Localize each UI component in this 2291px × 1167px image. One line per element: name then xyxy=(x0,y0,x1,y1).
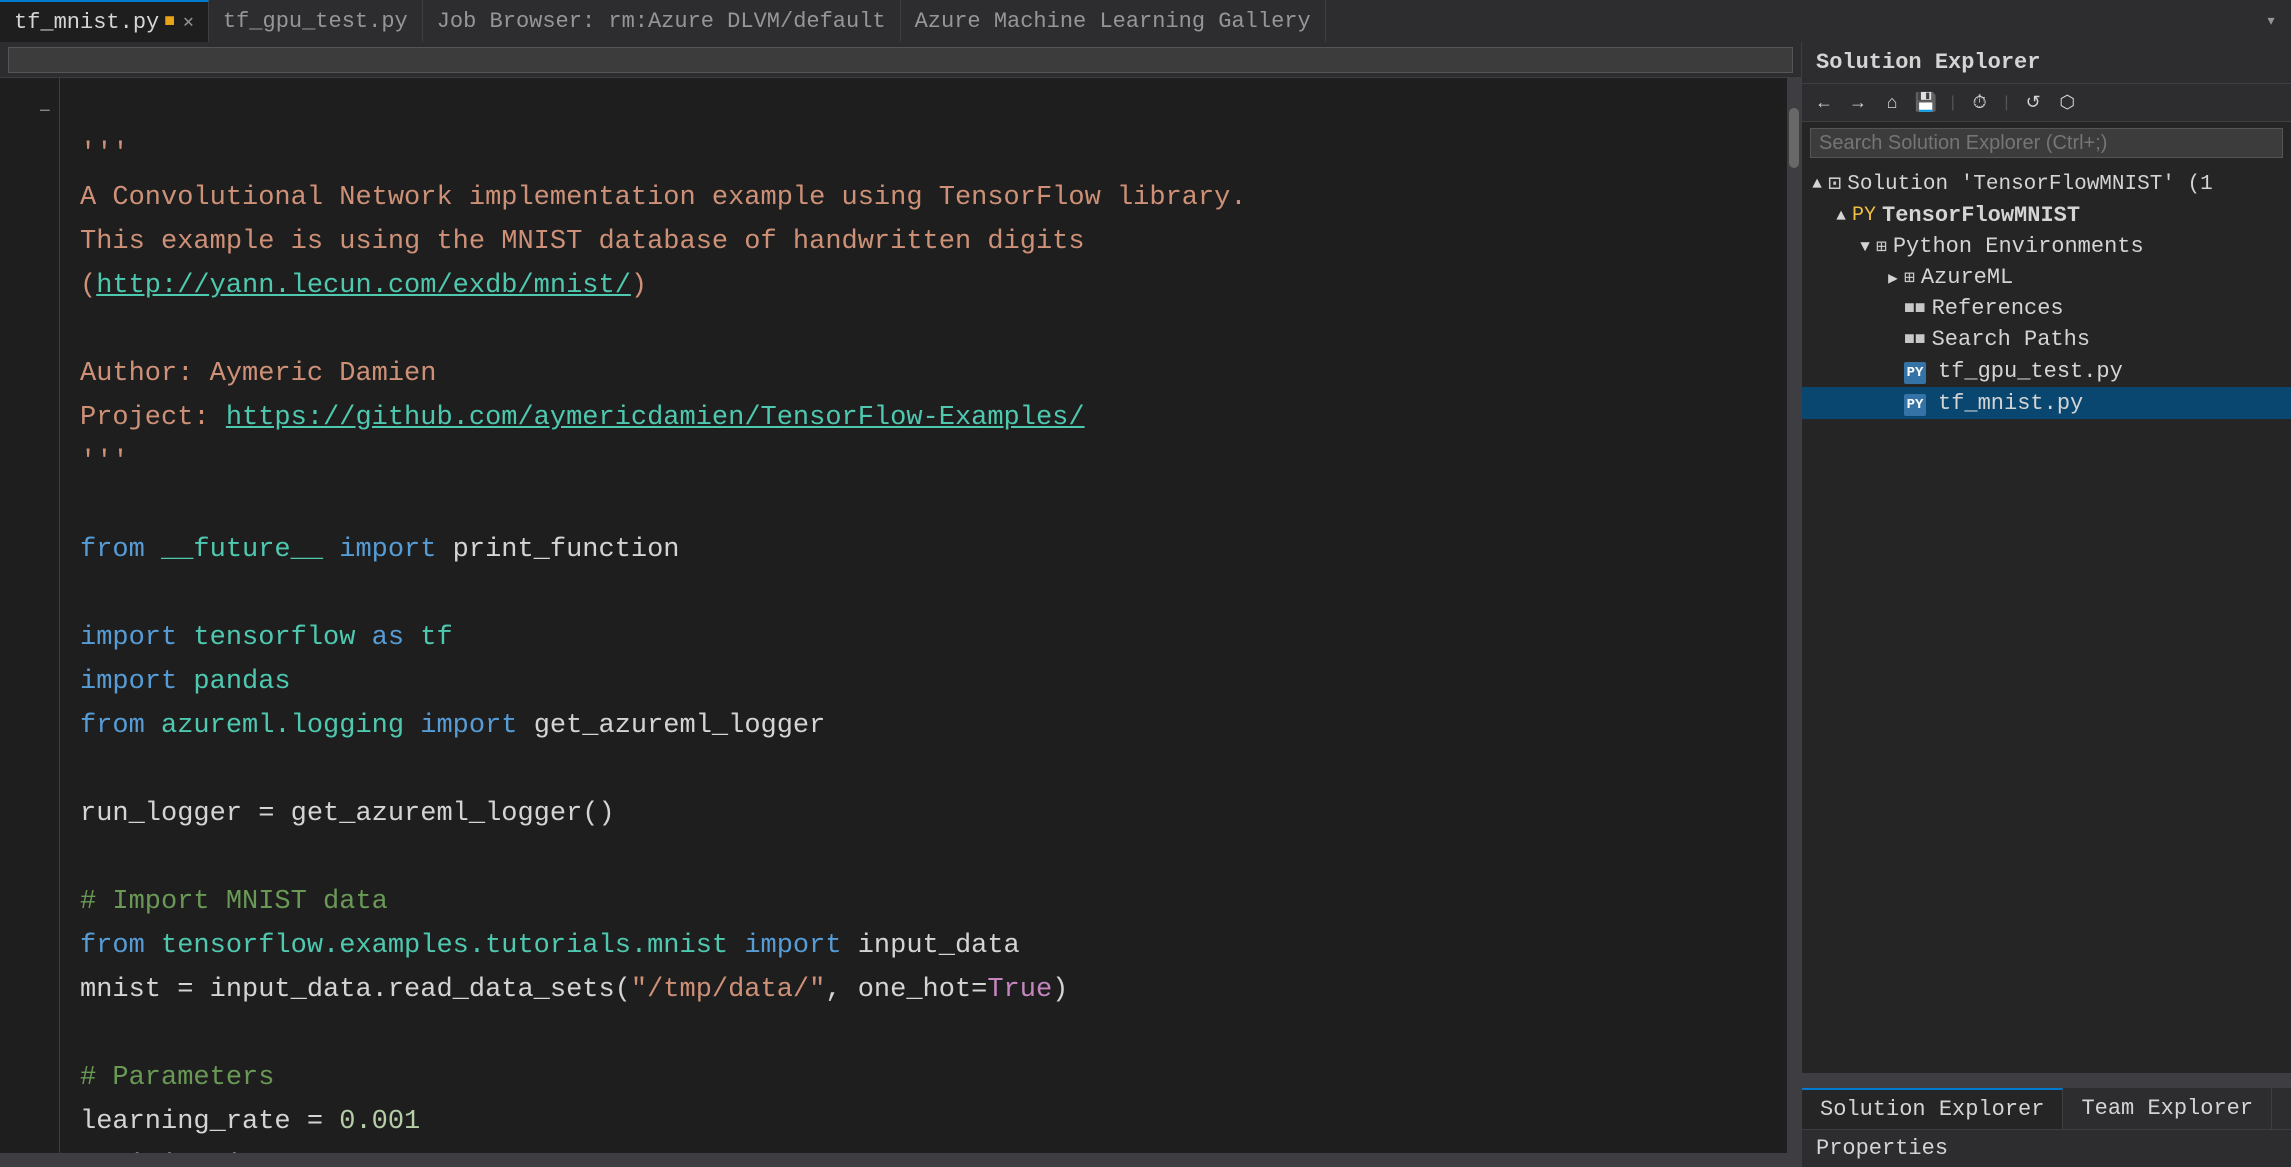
se-item-azureml[interactable]: ▶ ⊞ AzureML xyxy=(1802,262,2291,293)
code-area[interactable]: − xyxy=(0,78,1801,1153)
editor-panel: − xyxy=(0,42,1801,1167)
tab-azure-gallery-label: Azure Machine Learning Gallery xyxy=(915,9,1311,34)
tab-tf-gpu-test[interactable]: tf_gpu_test.py xyxy=(209,0,423,42)
tab-tf-gpu-test-label: tf_gpu_test.py xyxy=(223,9,408,34)
tf-mnist-py-icon: PY xyxy=(1904,390,1932,416)
se-item-tf-mnist[interactable]: PY tf_mnist.py xyxy=(1802,387,2291,419)
solution-explorer-title: Solution Explorer xyxy=(1816,50,2040,75)
tab-dropdown-button[interactable]: ▾ xyxy=(2251,10,2291,32)
horizontal-scrollbar[interactable] xyxy=(0,1153,1801,1167)
azureml-label: AzureML xyxy=(1921,265,2013,290)
line-numbers: − xyxy=(0,78,60,1153)
solution-explorer-header: Solution Explorer xyxy=(1802,42,2291,84)
project-expand-icon[interactable]: ▲ xyxy=(1830,207,1852,225)
refresh-button[interactable]: ↺ xyxy=(2019,89,2047,117)
se-item-tf-gpu-test[interactable]: PY tf_gpu_test.py xyxy=(1802,355,2291,387)
se-item-project[interactable]: ▲ PY TensorFlowMNIST xyxy=(1802,200,2291,231)
solution-explorer: Solution Explorer ← → ⌂ 💾 | ⏱ | ↺ ⬡ ▲ ⊡ … xyxy=(1801,42,2291,1167)
team-explorer-tab[interactable]: Team Explorer xyxy=(2063,1088,2272,1129)
project-label: TensorFlowMNIST xyxy=(1882,203,2080,228)
references-expand-icon xyxy=(1882,300,1904,318)
home-button[interactable]: ⌂ xyxy=(1878,89,1906,117)
tab-bar: tf_mnist.py ■ ✕ tf_gpu_test.py Job Brows… xyxy=(0,0,2291,42)
breadcrumb-input[interactable] xyxy=(8,47,1793,73)
references-label: References xyxy=(1932,296,2064,321)
editor-scrollbar-thumb[interactable] xyxy=(1789,108,1799,168)
azureml-expand-icon[interactable]: ▶ xyxy=(1882,268,1904,288)
code-content[interactable]: ''' A Convolutional Network implementati… xyxy=(60,78,1787,1153)
tab-tf-mnist[interactable]: tf_mnist.py ■ ✕ xyxy=(0,0,209,42)
azureml-icon: ⊞ xyxy=(1904,267,1915,289)
project-icon: PY xyxy=(1852,204,1876,227)
solution-expand-icon[interactable]: ▲ xyxy=(1806,175,1828,193)
tf-gpu-test-py-icon: PY xyxy=(1904,358,1932,384)
editor-toolbar xyxy=(0,42,1801,78)
timer-button[interactable]: ⏱ xyxy=(1966,89,1994,117)
se-search-input[interactable] xyxy=(1810,128,2283,158)
tab-close-icon[interactable]: ✕ xyxy=(183,11,194,33)
tab-job-browser[interactable]: Job Browser: rm:Azure DLVM/default xyxy=(423,0,901,42)
tab-tf-mnist-label: tf_mnist.py xyxy=(14,10,159,35)
collapse-icon[interactable]: − xyxy=(31,91,51,135)
solution-icon: ⊡ xyxy=(1828,171,1841,197)
se-item-references[interactable]: ■■ References xyxy=(1802,293,2291,324)
editor-scrollbar[interactable] xyxy=(1787,78,1801,1153)
tab-job-browser-label: Job Browser: rm:Azure DLVM/default xyxy=(437,9,886,34)
tab-azure-gallery[interactable]: Azure Machine Learning Gallery xyxy=(901,0,1326,42)
solution-explorer-tab[interactable]: Solution Explorer xyxy=(1802,1088,2063,1129)
se-item-search-paths[interactable]: ■■ Search Paths xyxy=(1802,324,2291,355)
se-item-python-environments[interactable]: ▼ ⊞ Python Environments xyxy=(1802,231,2291,262)
se-item-solution[interactable]: ▲ ⊡ Solution 'TensorFlowMNIST' (1 xyxy=(1802,168,2291,200)
se-search-area xyxy=(1810,128,2283,158)
tf-mnist-label: tf_mnist.py xyxy=(1938,391,2083,416)
properties-label: Properties xyxy=(1816,1136,1948,1161)
python-env-icon: ⊞ xyxy=(1876,236,1887,258)
properties-bar: Properties xyxy=(1802,1129,2291,1167)
references-icon: ■■ xyxy=(1904,299,1926,319)
python-environments-label: Python Environments xyxy=(1893,234,2144,259)
main-area: − xyxy=(0,42,2291,1167)
se-horizontal-scrollbar[interactable] xyxy=(1802,1073,2291,1087)
se-tree: ▲ ⊡ Solution 'TensorFlowMNIST' (1 ▲ PY T… xyxy=(1802,164,2291,1073)
team-explorer-footer-label: Team Explorer xyxy=(2081,1096,2253,1121)
python-env-expand-icon[interactable]: ▼ xyxy=(1854,238,1876,256)
solution-label: Solution 'TensorFlowMNIST' (1 xyxy=(1847,173,2212,196)
tab-modified-icon: ■ xyxy=(164,12,175,32)
forward-button[interactable]: → xyxy=(1844,89,1872,117)
se-toolbar: ← → ⌂ 💾 | ⏱ | ↺ ⬡ xyxy=(1802,84,2291,122)
save-button[interactable]: 💾 xyxy=(1912,89,1940,117)
search-paths-expand-icon xyxy=(1882,331,1904,349)
search-paths-label: Search Paths xyxy=(1932,327,2090,352)
tf-gpu-test-label: tf_gpu_test.py xyxy=(1938,359,2123,384)
settings-button[interactable]: ⬡ xyxy=(2053,89,2081,117)
search-paths-icon: ■■ xyxy=(1904,330,1926,350)
solution-explorer-footer-label: Solution Explorer xyxy=(1820,1097,2044,1122)
se-footer: Solution Explorer Team Explorer xyxy=(1802,1087,2291,1129)
back-button[interactable]: ← xyxy=(1810,89,1838,117)
